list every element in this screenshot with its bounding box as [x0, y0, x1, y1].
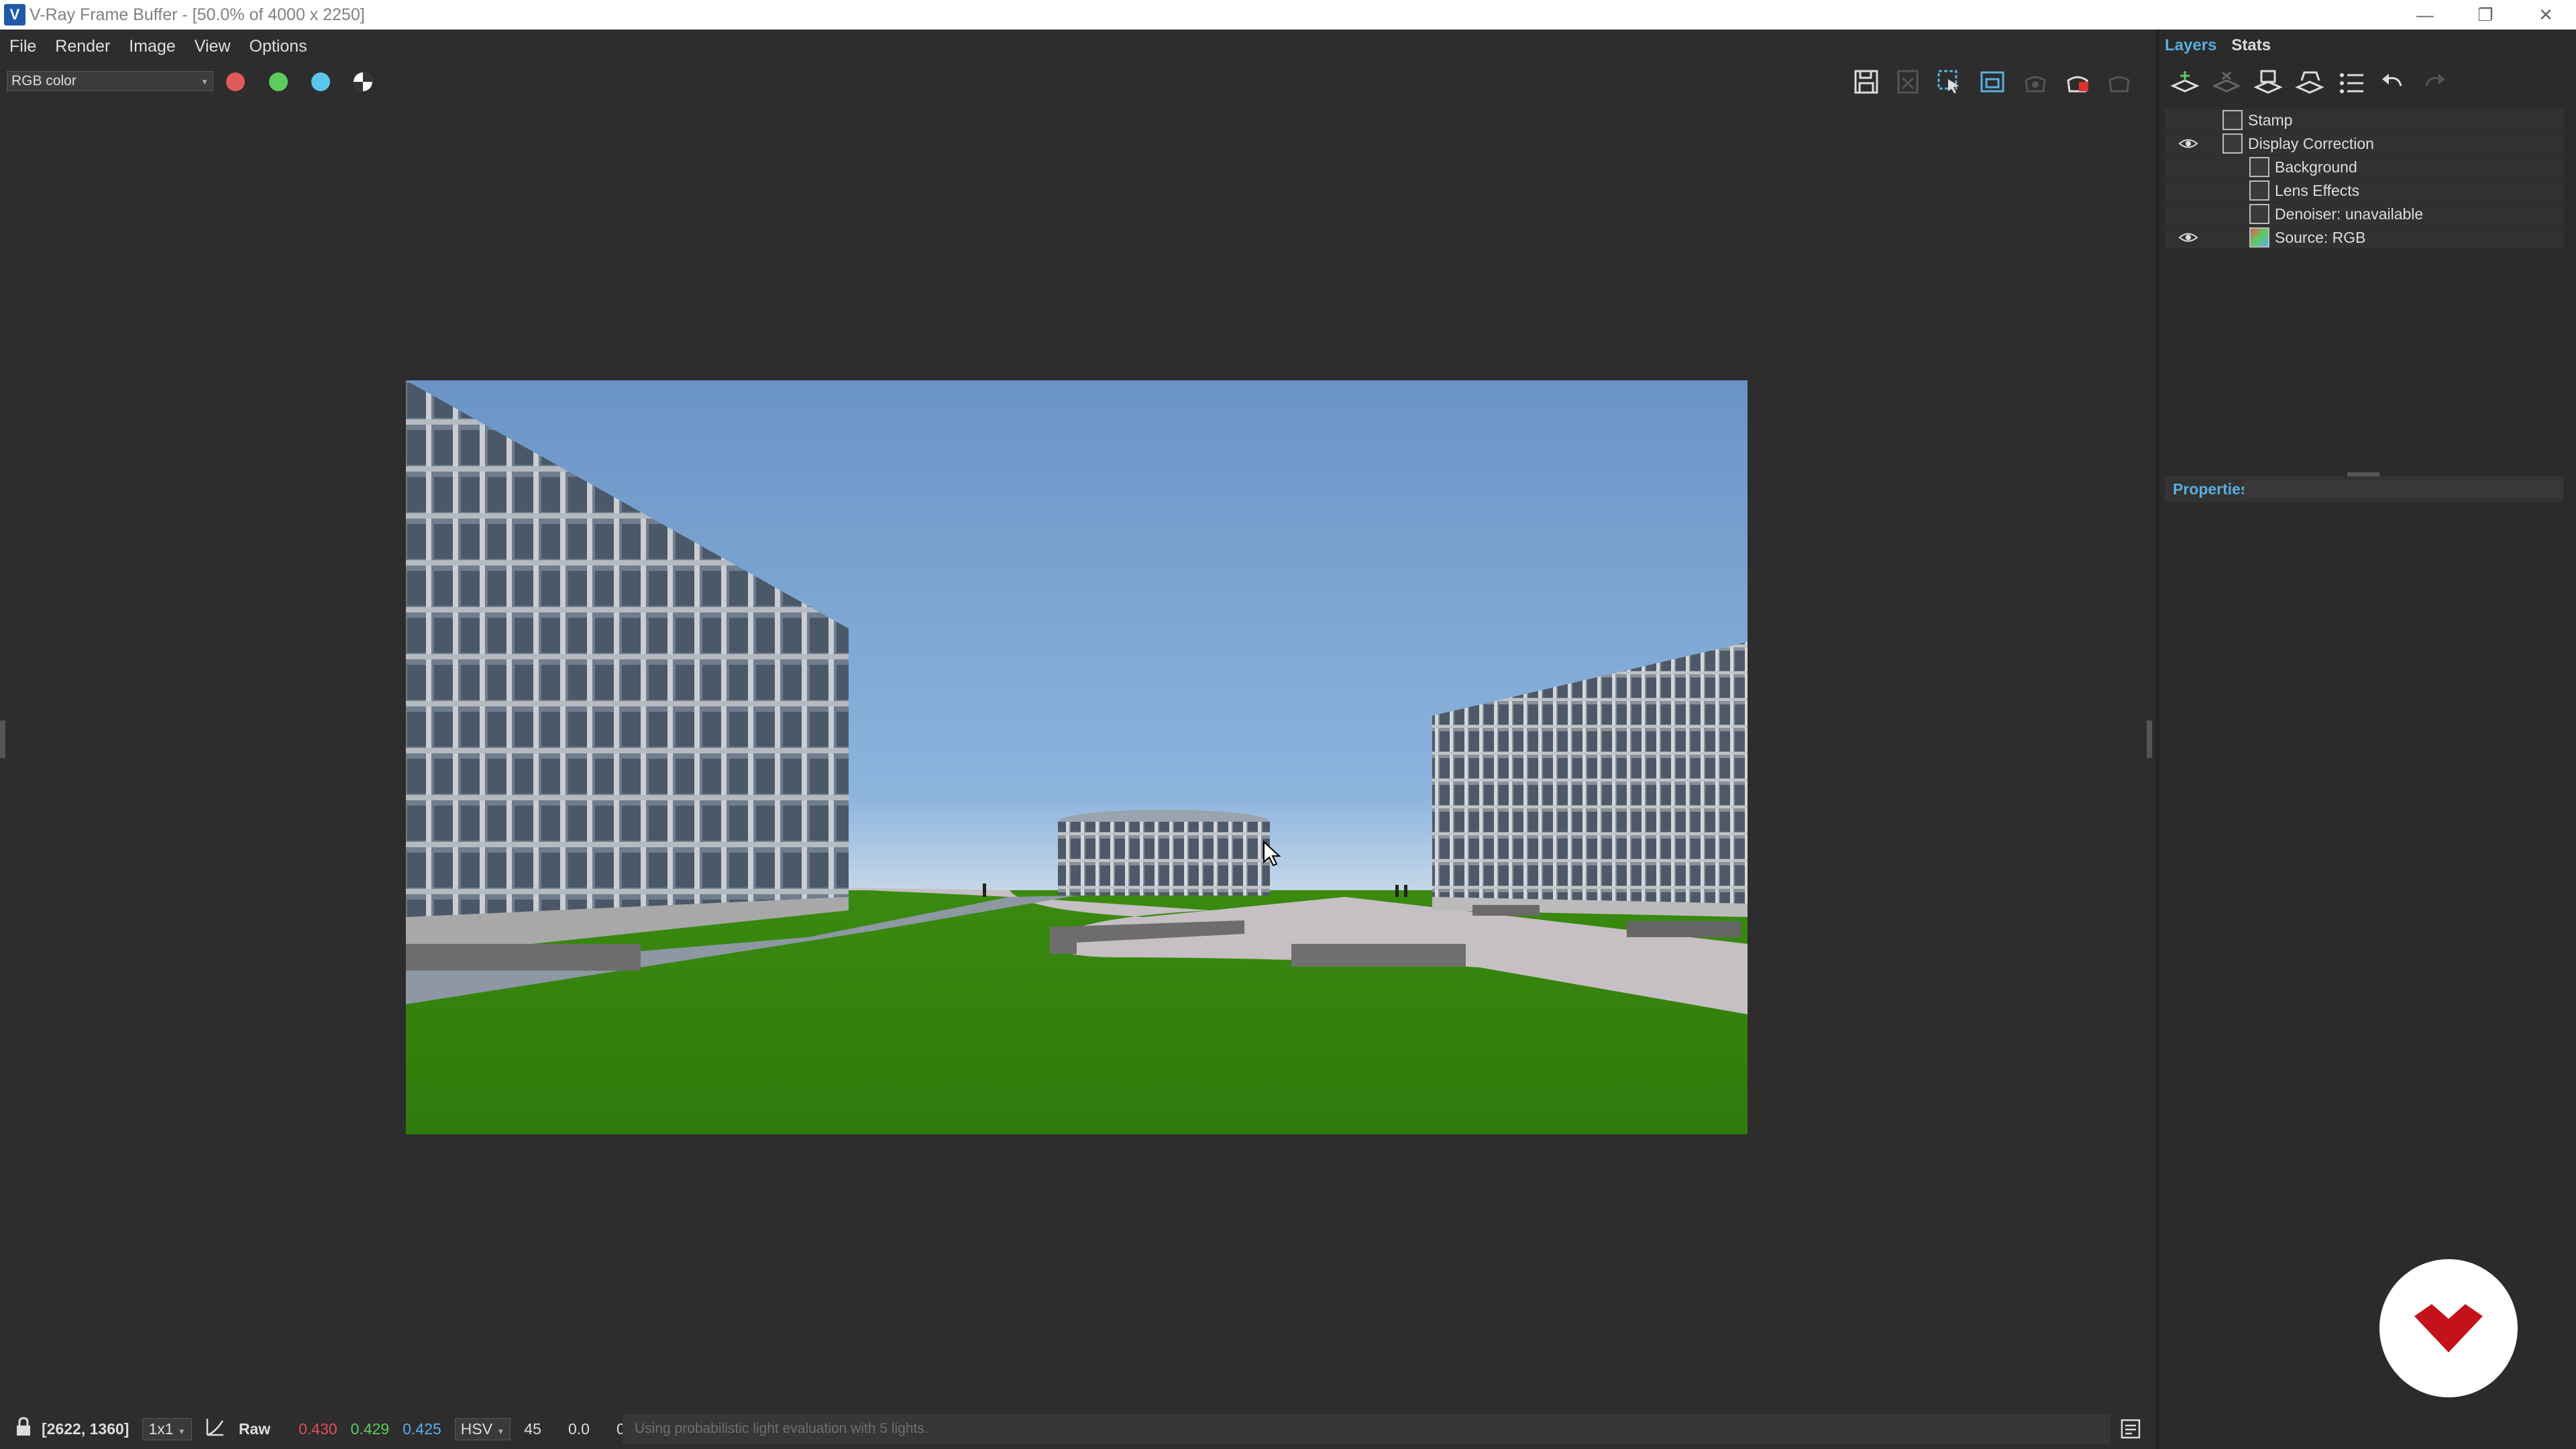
lens-effects-icon — [2249, 180, 2269, 201]
layer-lens-effects[interactable]: Lens Effects — [2165, 179, 2563, 203]
render-image[interactable] — [406, 380, 1748, 1134]
panel-tabs: Layers Stats — [2165, 36, 2286, 63]
brand-logo — [2379, 1259, 2518, 1397]
channel-select[interactable]: RGB color ▼ — [7, 71, 213, 91]
menu-file[interactable]: File — [9, 37, 36, 56]
saturation-value: 0.0 — [568, 1419, 590, 1438]
lock-icon[interactable] — [15, 1417, 32, 1441]
layer-label: Denoiser: unavailable — [2275, 205, 2424, 223]
channel-select-value: RGB color — [11, 73, 76, 89]
tab-layers[interactable]: Layers — [2165, 36, 2216, 63]
redo-icon[interactable] — [2418, 67, 2451, 99]
layer-source-rgb[interactable]: Source: RGB — [2165, 226, 2563, 250]
render-log-message: Using probabilistic light evaluation wit… — [623, 1414, 2110, 1444]
restore-icon[interactable]: ❐ — [2455, 0, 2516, 30]
menu-render[interactable]: Render — [55, 37, 110, 56]
right-panel-handle[interactable] — [2147, 720, 2152, 758]
colorspace-select[interactable]: HSV ▼ — [454, 1417, 511, 1440]
eye-icon[interactable] — [2178, 230, 2198, 245]
window-title: V-Ray Frame Buffer - [50.0% of 4000 x 22… — [30, 5, 365, 24]
curve-layer-icon — [2222, 133, 2243, 154]
title-bar: V V-Ray Frame Buffer - [50.0% of 4000 x … — [0, 0, 2576, 30]
chevron-down-icon: ▼ — [201, 77, 209, 87]
menu-view[interactable]: View — [195, 37, 231, 56]
blue-value: 0.425 — [402, 1419, 441, 1438]
curve-icon[interactable] — [205, 1417, 225, 1441]
stamp-icon — [2222, 110, 2243, 130]
layer-label: Source: RGB — [2275, 228, 2366, 246]
stop-render-icon[interactable] — [2061, 66, 2094, 98]
background-icon — [2249, 157, 2269, 177]
rgb-source-icon — [2249, 227, 2269, 248]
layer-tree: Stamp Display Correction Background Lens… — [2165, 109, 2563, 250]
mouse-cursor-icon — [1263, 841, 1281, 867]
layer-label: Background — [2275, 158, 2357, 176]
log-icon[interactable] — [2120, 1418, 2141, 1444]
alpha-channel-button[interactable] — [354, 72, 372, 91]
tab-stats[interactable]: Stats — [2231, 36, 2271, 63]
load-layers-icon[interactable] — [2294, 67, 2326, 99]
properties-header: Properties — [2165, 476, 2563, 502]
zoom-select-value: 1x1 — [148, 1419, 174, 1438]
red-channel-button[interactable] — [226, 72, 245, 91]
layer-stamp[interactable]: Stamp — [2165, 109, 2563, 132]
layer-label: Stamp — [2248, 111, 2293, 129]
right-panel: Layers Stats Stamp Display Correction Ba… — [2159, 30, 2576, 1449]
render-region-icon[interactable] — [1976, 66, 2008, 98]
properties-title: Properties — [2173, 480, 2249, 498]
denoiser-icon — [2249, 204, 2269, 224]
vray-app-icon: V — [4, 4, 25, 25]
layer-label: Lens Effects — [2275, 181, 2360, 199]
chevron-down-icon: ▼ — [496, 1426, 505, 1436]
hue-value: 45 — [524, 1419, 541, 1438]
layer-label: Display Correction — [2248, 134, 2374, 152]
add-layer-icon[interactable] — [2169, 67, 2201, 99]
save-layers-icon[interactable] — [2252, 67, 2284, 99]
save-icon[interactable] — [1850, 66, 1882, 98]
red-value: 0.430 — [299, 1419, 337, 1438]
delete-layer-icon[interactable] — [2210, 67, 2243, 99]
layer-list-icon[interactable] — [2335, 67, 2367, 99]
interactive-render-icon[interactable] — [2019, 66, 2051, 98]
left-panel-handle[interactable] — [0, 720, 5, 758]
start-render-icon[interactable] — [2103, 66, 2135, 98]
raw-toggle[interactable]: Raw — [239, 1420, 270, 1438]
colorspace-select-value: HSV — [460, 1419, 493, 1438]
eye-icon[interactable] — [2178, 136, 2198, 151]
close-icon[interactable]: ✕ — [2516, 0, 2576, 30]
status-bar: [2622, 1360] 1x1 ▼ Raw 0.430 0.429 0.425… — [0, 1409, 2155, 1449]
clear-image-icon[interactable] — [1892, 66, 1924, 98]
layer-denoiser[interactable]: Denoiser: unavailable — [2165, 203, 2563, 226]
green-value: 0.429 — [350, 1419, 390, 1438]
region-select-icon[interactable] — [1933, 66, 1966, 98]
chevron-down-icon: ▼ — [177, 1426, 186, 1436]
undo-icon[interactable] — [2377, 67, 2409, 99]
green-channel-button[interactable] — [269, 72, 288, 91]
layer-display-correction[interactable]: Display Correction — [2165, 132, 2563, 156]
menu-options[interactable]: Options — [250, 37, 307, 56]
menu-bar: File Render Image View Options — [0, 30, 2155, 63]
properties-bar — [2244, 480, 2563, 498]
layer-background[interactable]: Background — [2165, 156, 2563, 179]
zoom-select[interactable]: 1x1 ▼ — [142, 1417, 192, 1440]
blue-channel-button[interactable] — [311, 72, 330, 91]
menu-image[interactable]: Image — [129, 37, 175, 56]
minimize-icon[interactable]: — — [2395, 0, 2455, 30]
pixel-coordinates: [2622, 1360] — [42, 1419, 129, 1438]
